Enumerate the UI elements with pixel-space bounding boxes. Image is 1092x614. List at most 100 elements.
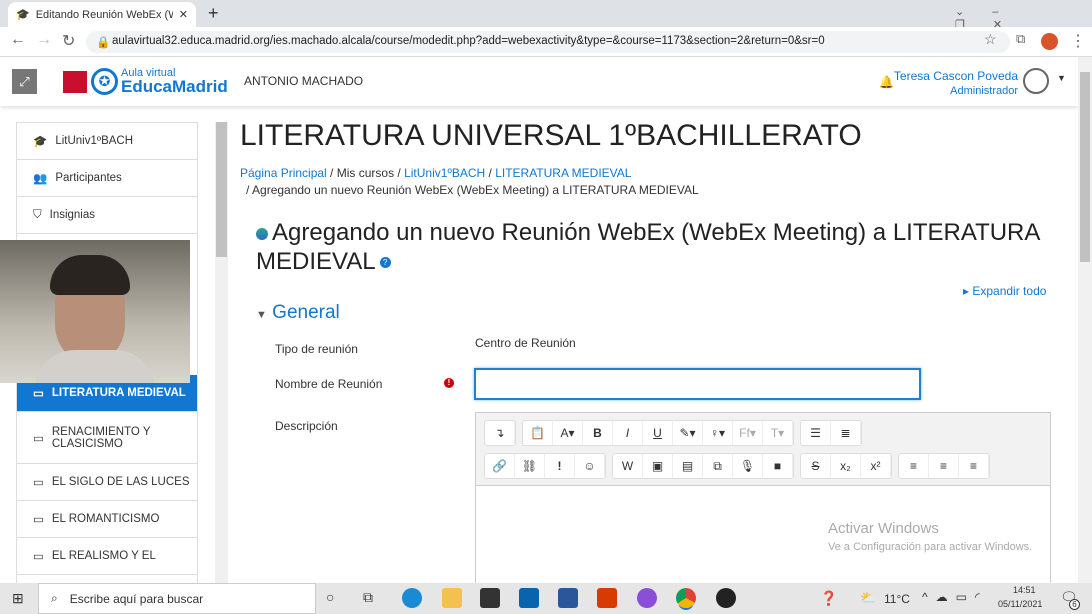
activation-watermark: Activar Windows <box>828 520 939 537</box>
folder-icon: ▭ <box>33 477 44 489</box>
new-tab-button[interactable]: + <box>208 3 219 24</box>
font-family-icon[interactable]: Ff▾ <box>733 421 763 445</box>
fullscreen-toggle-icon[interactable]: ⤢ <box>12 69 37 94</box>
users-icon: 👥 <box>33 173 48 185</box>
align-center-icon[interactable]: ≡ <box>929 454 959 478</box>
font-style-icon[interactable]: A▾ <box>553 421 583 445</box>
expand-all-link[interactable]: ▸ Expandir todo <box>963 284 1046 298</box>
logo-text: EducaMadrid <box>121 77 228 96</box>
breadcrumb-home[interactable]: Página Principal <box>240 166 327 180</box>
help-tray-icon[interactable]: ❓ <box>820 590 837 607</box>
italic-icon[interactable]: I <box>613 421 643 445</box>
obs-icon[interactable] <box>716 588 736 608</box>
webex-icon <box>256 228 268 240</box>
weather-icon[interactable]: ⛅ <box>860 590 876 606</box>
align-left-icon[interactable]: ≡ <box>899 454 929 478</box>
close-tab-icon[interactable]: ✕ <box>179 8 188 21</box>
edge-icon[interactable] <box>402 588 422 608</box>
sidebar-item-luces[interactable]: ▭ EL SIGLO DE LAS LUCES <box>17 464 197 501</box>
windows-start-icon[interactable]: ⊞ <box>12 590 24 607</box>
superscript-icon[interactable]: x² <box>861 454 891 478</box>
mail-icon[interactable] <box>519 588 539 608</box>
subscript-icon[interactable]: x₂ <box>831 454 861 478</box>
help-icon[interactable]: ? <box>379 257 391 269</box>
editor-content[interactable] <box>476 486 1050 591</box>
clock-time[interactable]: 14:51 <box>1013 585 1036 595</box>
store-icon[interactable] <box>480 588 500 608</box>
explorer-icon[interactable] <box>442 588 462 608</box>
app-icon[interactable] <box>637 588 657 608</box>
word-paste-icon[interactable]: W <box>613 454 643 478</box>
text-color-icon[interactable]: ✎▾ <box>673 421 703 445</box>
record-video-icon[interactable]: ■ <box>763 454 793 478</box>
sidebar-item-course[interactable]: 🎓 LitUniv1ºBACH <box>17 123 197 160</box>
media-icon[interactable]: ▤ <box>673 454 703 478</box>
underline-icon[interactable]: U <box>643 421 673 445</box>
user-name[interactable]: Teresa Cascon Poveda <box>870 69 1018 83</box>
nombre-label: Nombre de Reunión <box>275 377 383 391</box>
breadcrumb-course[interactable]: LitUniv1ºBACH <box>404 166 485 180</box>
site-name[interactable]: ANTONIO MACHADO <box>244 74 363 88</box>
sidebar-item-participantes[interactable]: 👥 Participantes <box>17 160 197 197</box>
shield-icon: ⛉ <box>33 208 42 221</box>
image-icon[interactable]: ▣ <box>643 454 673 478</box>
sidebar-item-insignias[interactable]: ⛉ Insignias <box>17 197 197 234</box>
cortana-icon[interactable]: ○ <box>326 589 334 605</box>
page-heading: Agregando un nuevo Reunión WebEx (WebEx … <box>256 219 1040 275</box>
browser-tab[interactable]: 🎓 Editando Reunión WebEx (WebEx Meeting)… <box>8 2 196 27</box>
section-general[interactable]: ▼ General <box>256 302 340 324</box>
strikethrough-icon[interactable]: S <box>801 454 831 478</box>
office-icon[interactable] <box>597 588 617 608</box>
unlink-icon[interactable]: ⛓ <box>515 454 545 478</box>
folder-icon: ▭ <box>33 514 44 526</box>
emoticon-icon[interactable]: ☺ <box>575 454 605 478</box>
paste-icon[interactable]: 📋 <box>523 421 553 445</box>
toolbar-toggle-icon[interactable]: ↴ <box>485 421 515 445</box>
educamadrid-star-logo: ✪ <box>91 68 118 95</box>
manage-files-icon[interactable]: ⧉ <box>703 454 733 478</box>
course-title: LITERATURA UNIVERSAL 1ºBACHILLERATO <box>240 119 862 152</box>
required-icon: ! <box>444 378 454 388</box>
highlight-icon[interactable]: ♀▾ <box>703 421 733 445</box>
numbered-list-icon[interactable]: ≣ <box>831 421 861 445</box>
bold-icon[interactable]: B <box>583 421 613 445</box>
word-icon[interactable] <box>558 588 578 608</box>
extensions-icon[interactable]: ⧉ <box>1016 31 1025 47</box>
lock-icon: 🔒 <box>96 37 111 49</box>
breadcrumb-mis-cursos[interactable]: Mis cursos <box>337 166 394 180</box>
editor-toolbar: ↴ 📋 A▾ B I U ✎▾ ♀▾ Ff▾ T▾ ☰ ≣ 🔗 ⛓! ☺ W ▣ ▤ ⧉ 🎙 ■ Sx₂ x² ≡… <box>476 413 1050 486</box>
weather-temp[interactable]: 11°C <box>884 592 910 606</box>
task-view-icon[interactable]: ⧉ <box>363 589 373 606</box>
user-avatar-icon[interactable] <box>1023 68 1049 94</box>
sidebar-item-renacimiento[interactable]: ▭ RENACIMIENTO Y CLASICISMO <box>17 412 197 464</box>
sidebar-item-realismo[interactable]: ▭ EL REALISMO Y EL <box>17 538 197 575</box>
nolink-icon[interactable]: ! <box>545 454 575 478</box>
webcam-overlay <box>0 240 190 383</box>
url-input[interactable]: 🔒 aulavirtual32.educa.madrid.org/ies.mach… <box>86 31 1010 53</box>
record-audio-icon[interactable]: 🎙 <box>733 454 763 478</box>
breadcrumb-section[interactable]: LITERATURA MEDIEVAL <box>495 166 631 180</box>
back-button[interactable]: ← <box>10 31 26 49</box>
chrome-icon[interactable] <box>676 588 696 608</box>
clock-date[interactable]: 05/11/2021 <box>998 599 1042 609</box>
taskbar-search[interactable]: ⌕ Escribe aquí para buscar <box>38 583 316 614</box>
align-right-icon[interactable]: ≡ <box>959 454 989 478</box>
breadcrumb: Página Principal / Mis cursos / LitUniv1… <box>240 166 699 197</box>
sidebar-scroll-thumb[interactable] <box>216 122 227 257</box>
font-size-icon[interactable]: T▾ <box>763 421 793 445</box>
link-icon[interactable]: 🔗 <box>485 454 515 478</box>
menu-icon[interactable]: ⋮ <box>1070 31 1086 51</box>
activation-watermark-sub: Ve a Configuración para activar Windows. <box>828 541 1033 553</box>
forward-button[interactable]: → <box>36 31 52 49</box>
nombre-input[interactable] <box>474 368 921 400</box>
bookmark-star-icon[interactable]: ☆ <box>984 31 997 48</box>
folder-icon: ▭ <box>33 388 44 400</box>
chevron-down-icon[interactable]: ▼ <box>1057 73 1066 83</box>
sidebar-item-romanticismo[interactable]: ▭ EL ROMANTICISMO <box>17 501 197 538</box>
reload-button[interactable]: ↻ <box>62 31 75 51</box>
tray-icons[interactable]: ^☁▭◜ <box>922 590 988 604</box>
page-scroll-thumb[interactable] <box>1080 72 1090 262</box>
profile-avatar[interactable] <box>1041 33 1058 50</box>
folder-icon: ▭ <box>33 432 44 445</box>
bullet-list-icon[interactable]: ☰ <box>801 421 831 445</box>
